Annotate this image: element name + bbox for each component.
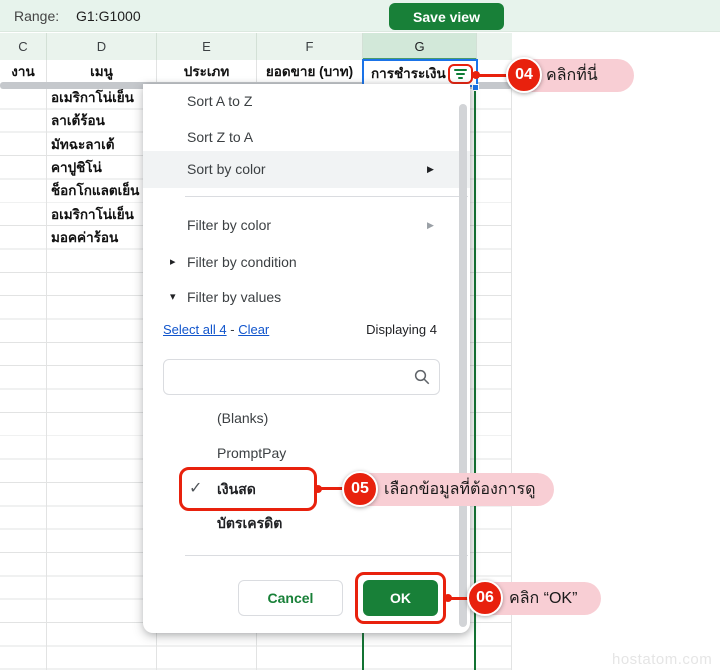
column-header-d[interactable]: D xyxy=(47,33,157,60)
expanded-caret-icon: ▾ xyxy=(170,282,176,312)
column-letters-row: C D E F G xyxy=(0,33,512,60)
cell-d5[interactable]: คาปูชิโน่ xyxy=(51,156,155,179)
cell-selection-handle[interactable] xyxy=(472,84,479,91)
collapsed-caret-icon: ▸ xyxy=(170,247,176,277)
select-all-link[interactable]: Select all 4 xyxy=(163,322,227,337)
annotation-number-06: 06 xyxy=(467,580,503,616)
watermark: hostatom.com xyxy=(612,651,712,668)
cell-d4[interactable]: มัทฉะลาเต้ xyxy=(51,133,155,156)
search-icon xyxy=(413,368,431,389)
annotation-highlight-box-ok xyxy=(355,572,446,624)
displaying-count: Displaying 4 xyxy=(366,322,437,337)
menu-item-sort-a-to-z[interactable]: Sort A to Z xyxy=(143,86,470,116)
filter-search-input[interactable] xyxy=(172,364,402,390)
header-cell-d1[interactable]: เมนู xyxy=(47,60,157,83)
filter-icon-bar xyxy=(456,73,465,75)
filter-search-box[interactable] xyxy=(163,359,440,395)
filter-value-blanks[interactable]: (Blanks) xyxy=(143,404,443,432)
header-cell-c1[interactable]: งาน xyxy=(0,60,47,83)
filter-funnel-icon[interactable] xyxy=(448,64,473,84)
submenu-arrow-icon: ▶ xyxy=(427,210,434,240)
cancel-button[interactable]: Cancel xyxy=(238,580,343,616)
menu-item-filter-by-values[interactable]: ▾ Filter by values xyxy=(143,282,470,312)
menu-item-sort-by-color[interactable]: Sort by color ▶ xyxy=(143,151,470,188)
header-cell-g1-label: การชำระเงิน xyxy=(371,62,446,84)
column-header-e[interactable]: E xyxy=(157,33,257,60)
spreadsheet-filter-screenshot: Range: G1:G1000 Save view C D E F G งาน … xyxy=(0,0,720,670)
header-cell-e1[interactable]: ประเภท xyxy=(157,60,257,83)
menu-divider xyxy=(185,555,468,556)
menu-item-filter-by-condition[interactable]: ▸ Filter by condition xyxy=(143,247,470,277)
range-value: G1:G1000 xyxy=(76,8,141,24)
filter-value-promptpay[interactable]: PromptPay xyxy=(143,439,443,467)
filter-dropdown-menu: Sort A to Z Sort Z to A Sort by color ▶ … xyxy=(143,84,470,633)
save-view-button[interactable]: Save view xyxy=(389,3,504,30)
clear-link[interactable]: Clear xyxy=(238,322,269,337)
menu-scrollbar[interactable] xyxy=(459,104,467,627)
submenu-arrow-icon: ▶ xyxy=(427,151,434,188)
cell-d8[interactable]: มอคค่าร้อน xyxy=(51,226,155,249)
cell-d3[interactable]: ลาเต้ร้อน xyxy=(51,109,155,132)
menu-divider xyxy=(185,196,468,197)
column-header-c[interactable]: C xyxy=(0,33,47,60)
filter-icon-bar xyxy=(458,77,463,79)
cell-d2[interactable]: อเมริกาโน่เย็น xyxy=(51,86,155,109)
column-header-f[interactable]: F xyxy=(257,33,363,60)
link-separator: - xyxy=(230,322,234,337)
cell-d7[interactable]: อเมริกาโน่เย็น xyxy=(51,203,155,226)
filter-icon-bar xyxy=(454,69,467,71)
annotation-highlight-box-value xyxy=(179,467,317,511)
range-toolbar: Range: G1:G1000 Save view xyxy=(0,0,720,32)
column-header-g-selected[interactable]: G xyxy=(363,33,477,60)
annotation-pill-05: เลือกข้อมูลที่ต้องการดู xyxy=(350,473,554,506)
menu-item-sort-z-to-a[interactable]: Sort Z to A xyxy=(143,122,470,152)
cell-d6[interactable]: ช็อกโกแลตเย็น xyxy=(51,179,155,202)
filter-value-creditcard[interactable]: บัตรเครดิต xyxy=(143,509,443,537)
header-cell-f1[interactable]: ยอดขาย (บาท) xyxy=(257,60,363,83)
range-label: Range: xyxy=(14,8,59,24)
header-cell-g1-selected[interactable]: การชำระเงิน xyxy=(362,59,478,87)
annotation-number-05: 05 xyxy=(342,471,378,507)
annotation-number-04: 04 xyxy=(506,57,542,93)
menu-item-filter-by-color[interactable]: Filter by color ▶ xyxy=(143,210,470,240)
gridline-vertical xyxy=(46,86,47,670)
